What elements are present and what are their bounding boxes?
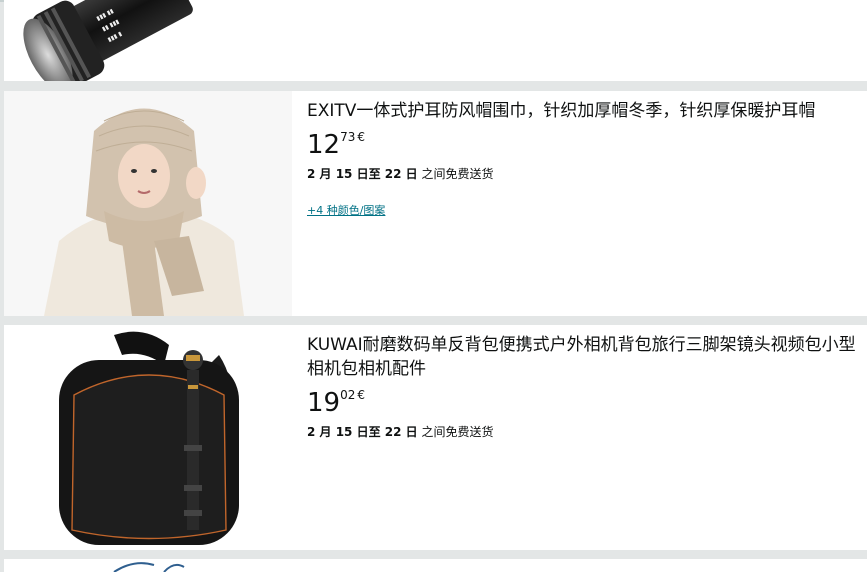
price-whole: 19 bbox=[307, 388, 341, 418]
product-info-backpack: KUWAI耐磨数码单反背包便携式户外相机背包旅行三脚架镜头视频包小型相机包相机配… bbox=[292, 325, 867, 550]
delivery-dates: 2 月 15 日至 22 日 bbox=[307, 167, 418, 181]
delivery-info: 2 月 15 日至 22 日 之间免费送货 bbox=[307, 165, 867, 182]
currency-symbol: € bbox=[357, 388, 366, 402]
price: 1273 € bbox=[307, 129, 867, 161]
variants-link[interactable]: +4 种颜色/图案 bbox=[307, 202, 385, 218]
product-title[interactable]: EXITV一体式护耳防风帽围巾，针织加厚帽冬季，针织厚保暖护耳帽 bbox=[307, 99, 867, 123]
product-image-flashlight[interactable]: ▮▮▮ ▮▮ ▮▮ ▮▮▮ ▮▮▮ ▮ bbox=[4, 0, 292, 81]
product-card-next[interactable] bbox=[4, 559, 867, 572]
product-card-hat[interactable]: EXITV一体式护耳防风帽围巾，针织加厚帽冬季，针织厚保暖护耳帽 1273 € 2… bbox=[4, 91, 867, 316]
price-fraction: 73 bbox=[340, 130, 356, 144]
price-fraction: 02 bbox=[340, 388, 356, 402]
product-image-next[interactable] bbox=[4, 559, 292, 572]
product-card-flashlight[interactable]: ▮▮▮ ▮▮ ▮▮ ▮▮▮ ▮▮▮ ▮ bbox=[4, 0, 867, 81]
product-info-flashlight bbox=[292, 0, 867, 81]
product-info-next bbox=[292, 559, 867, 572]
price: 1902 € bbox=[307, 387, 867, 419]
product-info-hat: EXITV一体式护耳防风帽围巾，针织加厚帽冬季，针织厚保暖护耳帽 1273 € 2… bbox=[292, 91, 867, 316]
product-image-backpack[interactable] bbox=[4, 325, 292, 550]
currency-symbol: € bbox=[357, 130, 366, 144]
delivery-info: 2 月 15 日至 22 日 之间免费送货 bbox=[307, 423, 867, 440]
delivery-suffix: 之间免费送货 bbox=[421, 167, 494, 181]
price-whole: 12 bbox=[307, 130, 341, 160]
product-card-backpack[interactable]: KUWAI耐磨数码单反背包便携式户外相机背包旅行三脚架镜头视频包小型相机包相机配… bbox=[4, 325, 867, 550]
delivery-dates: 2 月 15 日至 22 日 bbox=[307, 425, 418, 439]
delivery-suffix: 之间免费送货 bbox=[421, 425, 494, 439]
product-title[interactable]: KUWAI耐磨数码单反背包便携式户外相机背包旅行三脚架镜头视频包小型相机包相机配… bbox=[307, 333, 867, 381]
product-image-hat[interactable] bbox=[4, 91, 292, 316]
